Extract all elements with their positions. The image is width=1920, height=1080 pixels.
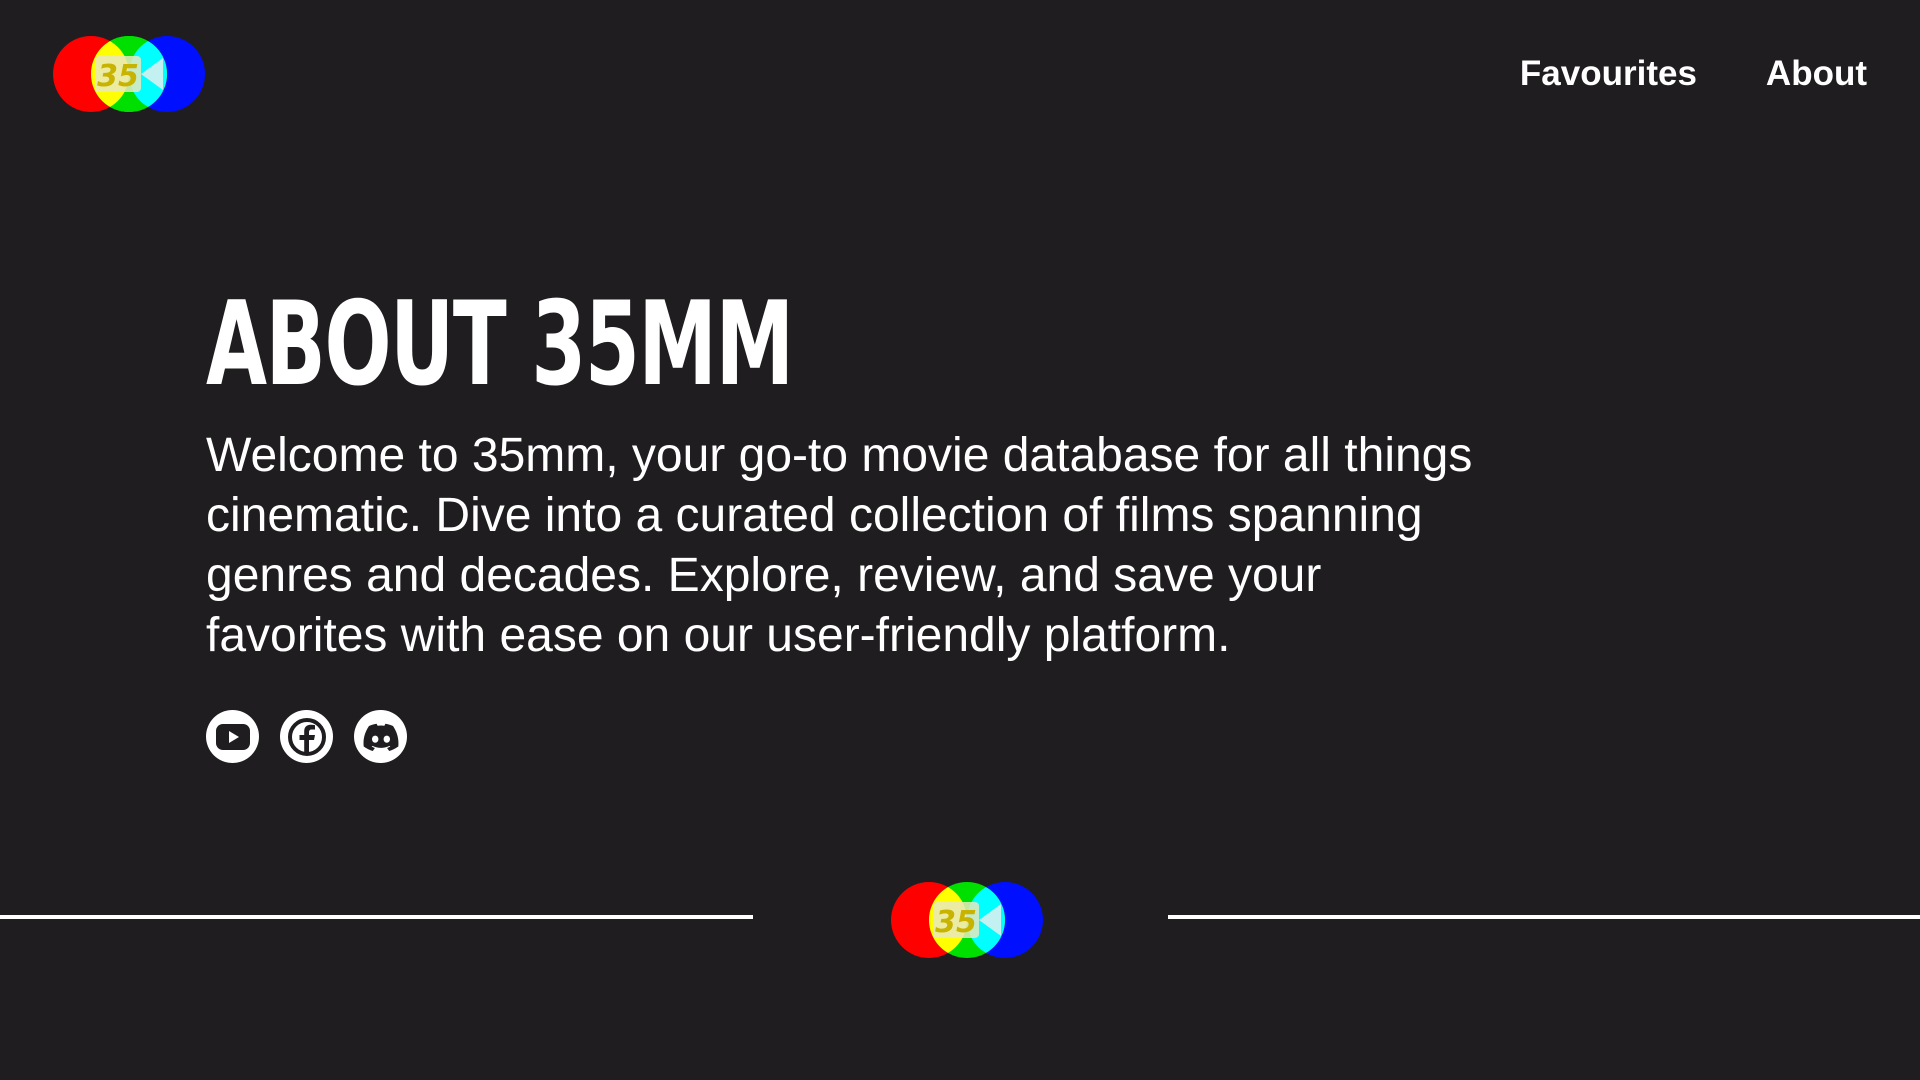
footer-divider-left [0, 915, 753, 919]
page: 35 Favourites About ABOUT 35MM Welcome t… [0, 0, 1920, 1080]
facebook-icon [287, 717, 326, 756]
main-nav: Favourites About [1520, 52, 1867, 96]
nav-favourites-link[interactable]: Favourites [1520, 52, 1697, 96]
youtube-link[interactable] [206, 710, 259, 763]
about-section: ABOUT 35MM Welcome to 35mm, your go-to m… [206, 280, 1506, 763]
discord-icon [363, 723, 398, 751]
footer-divider-right [1168, 915, 1920, 919]
nav-about-link[interactable]: About [1766, 52, 1867, 96]
about-description: Welcome to 35mm, your go-to movie databa… [206, 429, 1473, 662]
social-links [206, 710, 1506, 763]
site-logo[interactable]: 35 [53, 36, 205, 112]
logo-text: 35 [97, 59, 139, 94]
page-title: ABOUT 35MM [206, 277, 794, 412]
youtube-icon [215, 723, 250, 750]
footer-logo[interactable]: 35 [891, 882, 1043, 958]
facebook-link[interactable] [280, 710, 333, 763]
discord-link[interactable] [354, 710, 407, 763]
footer-logo-text: 35 [935, 905, 977, 940]
